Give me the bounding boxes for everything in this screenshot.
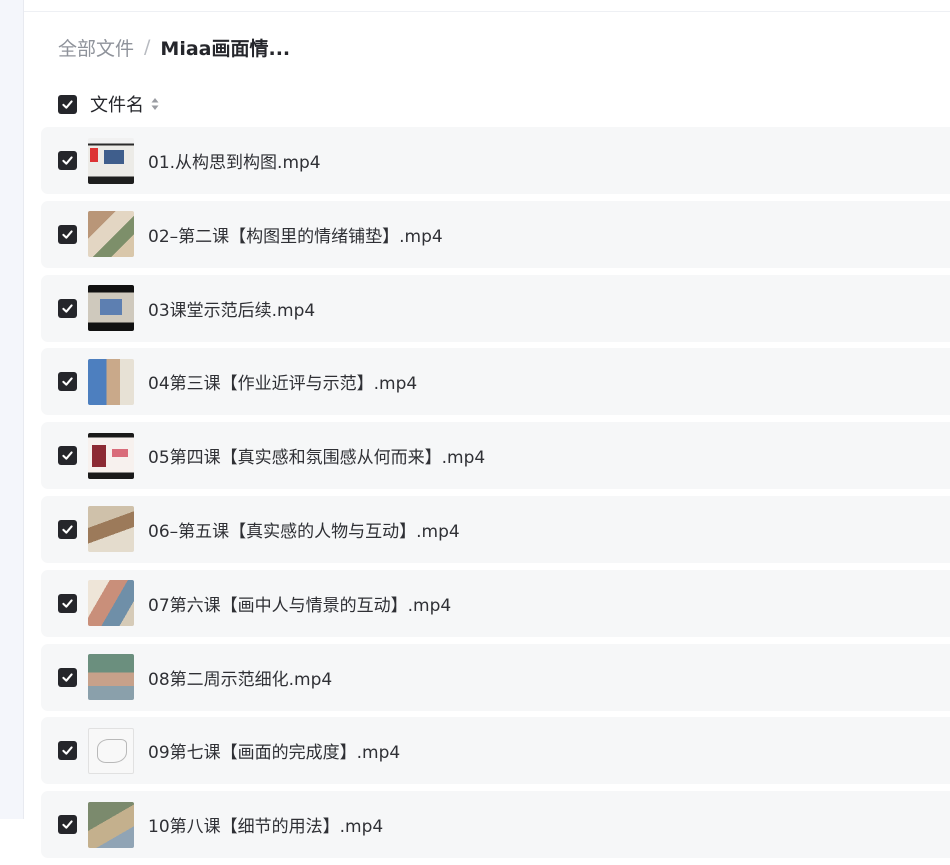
check-icon [62,99,73,109]
file-checkbox[interactable] [58,298,77,318]
file-row[interactable]: 02–第二课【构图里的情绪铺垫】.mp4 [41,200,950,268]
check-icon [62,820,73,829]
left-rail [0,0,24,819]
file-checkbox[interactable] [58,741,77,761]
file-name[interactable]: 02–第二课【构图里的情绪铺垫】.mp4 [148,222,443,247]
file-name[interactable]: 04第三课【作业近评与示范】.mp4 [148,369,417,394]
file-checkbox[interactable] [58,372,77,392]
breadcrumb-current-folder: Miaa画面情... [160,37,291,60]
file-row[interactable]: 06–第五课【真实感的人物与互动】.mp4 [41,495,950,563]
video-thumbnail [88,506,134,553]
file-row[interactable]: 09第七课【画面的完成度】.mp4 [41,717,950,785]
file-name[interactable]: 10第八课【细节的用法】.mp4 [148,812,383,837]
file-name[interactable]: 07第六课【画中人与情景的互动】.mp4 [148,591,451,616]
file-row[interactable]: 04第三课【作业近评与示范】.mp4 [41,348,950,416]
file-row[interactable]: 10第八课【细节的用法】.mp4 [41,791,950,859]
breadcrumb: 全部文件 / Miaa画面情... [58,33,290,61]
check-icon [62,377,73,387]
check-icon [62,304,73,313]
file-name[interactable]: 08第二周示范细化.mp4 [148,665,332,690]
check-icon [62,673,73,682]
check-icon [62,451,73,460]
file-row[interactable]: 07第六课【画中人与情景的互动】.mp4 [41,569,950,637]
file-list-header: 文件名 [58,92,161,116]
file-checkbox[interactable] [58,224,77,244]
video-thumbnail [88,358,134,405]
select-all-checkbox[interactable] [58,94,77,114]
file-name[interactable]: 01.从构思到构图.mp4 [148,148,321,173]
file-row[interactable]: 03课堂示范后续.mp4 [41,274,950,342]
file-checkbox[interactable] [58,667,77,687]
video-thumbnail [88,727,134,774]
file-checkbox[interactable] [58,815,77,835]
breadcrumb-root-link[interactable]: 全部文件 [58,34,134,61]
video-thumbnail [88,285,134,332]
file-list: 01.从构思到构图.mp4 02–第二课【构图里的情绪铺垫】.mp4 03课堂示… [41,127,950,865]
file-checkbox[interactable] [58,593,77,613]
file-name[interactable]: 03课堂示范后续.mp4 [148,296,315,321]
video-thumbnail [88,137,134,184]
sort-icon[interactable] [149,97,161,111]
file-checkbox[interactable] [58,519,77,539]
check-icon [62,525,73,534]
file-row[interactable]: 05第四课【真实感和氛围感从何而来】.mp4 [41,422,950,490]
file-name[interactable]: 05第四课【真实感和氛围感从何而来】.mp4 [148,443,485,468]
check-icon [62,599,73,608]
column-header-filename[interactable]: 文件名 [90,91,144,117]
file-name[interactable]: 09第七课【画面的完成度】.mp4 [148,738,400,763]
file-checkbox[interactable] [58,446,77,466]
top-divider [24,11,950,12]
file-name[interactable]: 06–第五课【真实感的人物与互动】.mp4 [148,517,460,542]
check-icon [62,746,73,756]
check-icon [62,156,73,165]
check-icon [62,230,73,239]
video-thumbnail [88,211,134,258]
file-row[interactable]: 08第二周示范细化.mp4 [41,643,950,711]
file-row[interactable]: 01.从构思到构图.mp4 [41,127,950,194]
video-thumbnail [88,580,134,627]
video-thumbnail [88,801,134,848]
video-thumbnail [88,654,134,701]
video-thumbnail [88,432,134,479]
breadcrumb-separator: / [144,36,151,58]
file-checkbox[interactable] [58,151,77,170]
